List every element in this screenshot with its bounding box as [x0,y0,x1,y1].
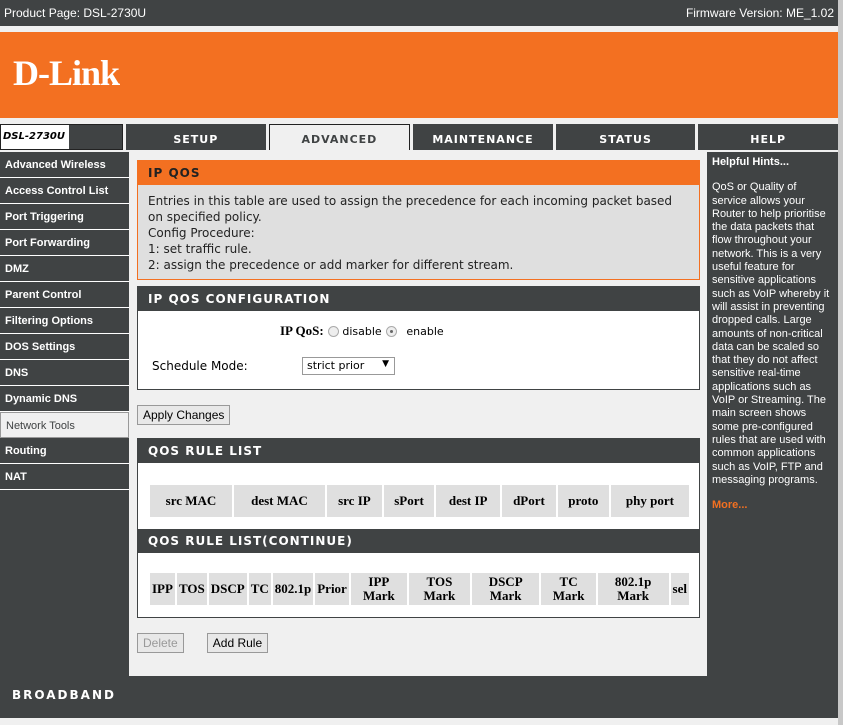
helpful-hints: Helpful Hints... QoS or Quality of servi… [707,152,838,676]
column-header: DSCP Mark [471,573,540,605]
sidebar-item-parent-control[interactable]: Parent Control [0,282,129,308]
sidebar-item-dns[interactable]: DNS [0,360,129,386]
sidebar-item-port-forwarding[interactable]: Port Forwarding [0,230,129,256]
enable-label: enable [406,325,444,338]
intro-line: 2: assign the precedence or add marker f… [148,258,514,272]
config-box: IP QOS CONFIGURATION IP QoS: disable ena… [137,286,700,390]
column-header: IPP [150,573,175,605]
disable-label: disable [342,325,382,338]
config-title: IP QOS CONFIGURATION [138,287,699,311]
column-header: phy port [610,485,689,517]
sidebar-item-filtering-options[interactable]: Filtering Options [0,308,129,334]
chevron-down-icon: ▼ [382,359,389,369]
sidebar-item-dos-settings[interactable]: DOS Settings [0,334,129,360]
sidebar-item-dmz[interactable]: DMZ [0,256,129,282]
rule-table-continue: IPP TOS DSCP TC 802.1p Prior IPP Mark TOS Mark D… [148,571,691,607]
sidebar-item-routing[interactable]: Routing [0,438,129,464]
schedule-value: strict prior [307,359,365,372]
banner: D-Link [0,32,838,118]
sidebar-item-port-triggering[interactable]: Port Triggering [0,204,129,230]
rule-list-title: QOS RULE LIST [138,439,699,463]
schedule-mode-select[interactable]: strict prior ▼ [302,357,395,375]
intro-title: IP QOS [138,161,699,185]
column-header: src MAC [150,485,232,517]
intro-line: 1: set traffic rule. [148,242,252,256]
top-bar: Product Page: DSL-2730U Firmware Version… [0,0,838,26]
delete-button[interactable]: Delete [137,633,184,653]
ipqos-label: IP QoS: [280,323,324,338]
rule-table: src MAC dest MAC src IP sPort dest IP dPort pr… [148,483,691,519]
column-header: TC Mark [541,573,596,605]
intro-line: Entries in this table are used to assign… [148,194,673,224]
column-header: TC [248,573,271,605]
tab-help[interactable]: HELP [698,124,838,150]
firmware-version: Firmware Version: ME_1.02 [685,6,834,20]
footer: BROADBAND [0,676,838,718]
intro-line: Config Procedure: [148,226,255,240]
rule-list-continue-title: QOS RULE LIST(CONTINUE) [138,529,699,553]
add-rule-button[interactable]: Add Rule [206,633,269,653]
sidebar-item-network-tools[interactable]: Network Tools [0,412,129,438]
sidebar-item-nat[interactable]: NAT [0,464,129,490]
apply-changes-button[interactable]: Apply Changes [137,405,231,425]
column-header: Prior [315,573,349,605]
sidebar-item-advanced-wireless[interactable]: Advanced Wireless [0,152,129,178]
tab-status[interactable]: STATUS [555,124,696,150]
column-header: 802.1p Mark [597,573,669,605]
column-header: src IP [326,485,382,517]
column-header: sel [670,573,689,605]
product-page: Product Page: DSL-2730U [4,6,147,20]
sidebar-item-dynamic-dns[interactable]: Dynamic DNS [0,386,129,412]
tab-maintenance[interactable]: MAINTENANCE [413,124,553,150]
sidebar: Advanced Wireless Access Control List Port… [0,152,129,490]
enable-radio[interactable] [385,326,397,337]
more-link[interactable]: More... [712,499,833,512]
main-tabs: SETUP ADVANCED MAINTENANCE STATUS HELP [126,124,838,150]
main-content: IP QOS Entries in this table are used to… [137,160,700,653]
column-header: TOS Mark [408,573,470,605]
tab-advanced[interactable]: ADVANCED [268,124,411,150]
tab-setup[interactable]: SETUP [126,124,266,150]
column-header: IPP Mark [350,573,407,605]
dlink-logo: D-Link [13,53,120,93]
model-label: DSL-2730U [0,124,123,150]
sidebar-fill [0,490,129,676]
hints-text: QoS or Quality of service allows your Ro… [712,181,830,486]
column-header: 802.1p [272,573,314,605]
column-header: TOS [176,573,207,605]
column-header: DSCP [208,573,247,605]
column-header: dPort [502,485,556,517]
rule-list-box: QOS RULE LIST src MAC dest MAC src IP sPort… [137,438,700,618]
disable-radio[interactable] [327,326,339,337]
scroll-edge [838,0,843,725]
column-header: dest MAC [233,485,325,517]
column-header: proto [557,485,609,517]
intro-box: IP QOS Entries in this table are used to… [137,160,700,280]
column-header: dest IP [436,485,501,517]
schedule-label: Schedule Mode: [152,359,248,373]
sidebar-item-access-control-list[interactable]: Access Control List [0,178,129,204]
hints-title: Helpful Hints... [712,156,789,168]
column-header: sPort [383,485,435,517]
